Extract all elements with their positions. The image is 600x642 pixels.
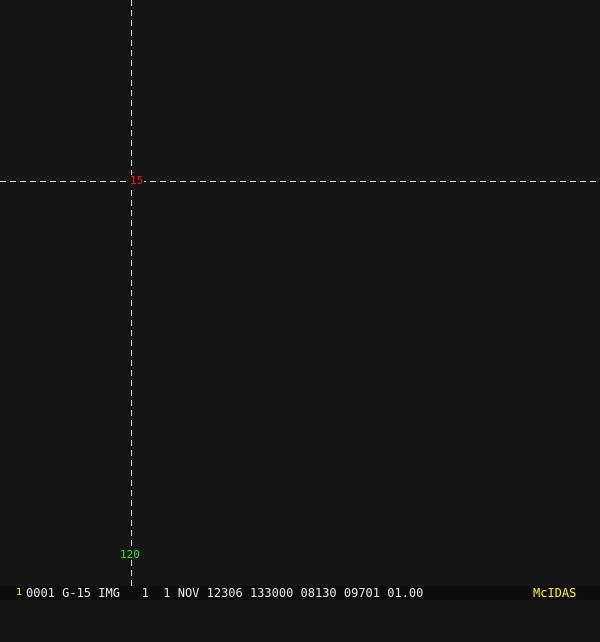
latitude-label: 15 [129, 174, 145, 187]
lat-lon-grid [0, 0, 600, 586]
image-info-text: 0001 G-15 IMG 1 1 NOV 12306 133000 08130… [26, 586, 424, 600]
status-bar: 1 0001 G-15 IMG 1 1 NOV 12306 133000 081… [0, 586, 600, 600]
longitude-label: 120 [120, 548, 140, 561]
frame-number: 1 [16, 587, 23, 598]
mcidas-brand: McIDAS [533, 586, 577, 600]
